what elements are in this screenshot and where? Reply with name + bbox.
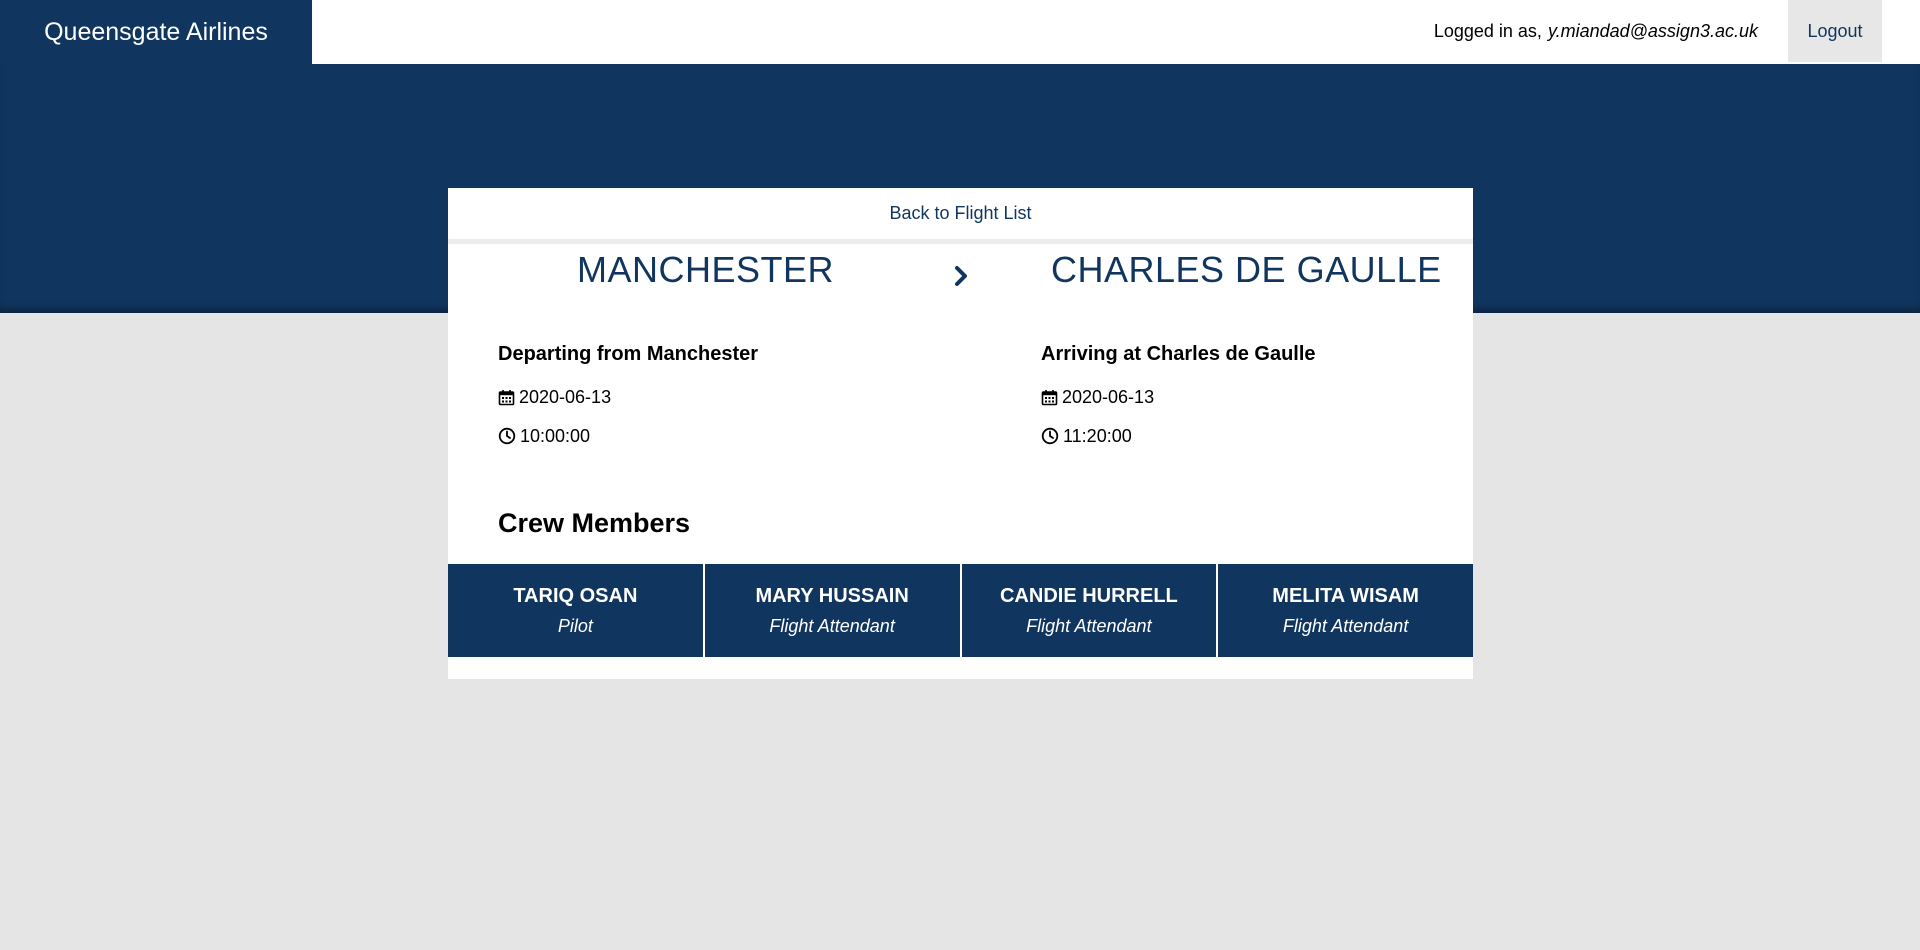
- destination-city: CHARLES DE GAULLE: [1051, 249, 1442, 290]
- arrival-date-row: 2020-06-13: [1041, 386, 1316, 408]
- departure-title: Departing from Manchester: [498, 343, 759, 365]
- crew-member-role: Flight Attendant: [1282, 615, 1409, 636]
- arrival-time-row: 11:20:00: [1041, 425, 1316, 447]
- calendar-icon: [498, 389, 515, 405]
- departure-time-row: 10:00:00: [498, 425, 758, 447]
- clock-icon: [498, 427, 516, 445]
- calendar-icon: [1041, 389, 1058, 405]
- brand-logo[interactable]: Queensgate Airlines: [0, 0, 312, 64]
- arrival-time: 11:20:00: [1063, 425, 1132, 446]
- crew-member-card[interactable]: TARIQ OSAN Pilot: [448, 564, 703, 657]
- chevron-right-icon: [955, 266, 967, 286]
- crew-member-role: Flight Attendant: [769, 615, 895, 636]
- crew-list: TARIQ OSAN Pilot MARY HUSSAIN Flight Att…: [448, 564, 1473, 657]
- login-status: Logged in as, y.miandad@assign3.ac.uk: [1434, 0, 1758, 62]
- crew-member-card[interactable]: MELITA WISAM Flight Attendant: [1218, 564, 1473, 657]
- crew-member-role: Flight Attendant: [1026, 615, 1152, 636]
- arrival-title: Arriving at Charles de Gaulle: [1041, 343, 1316, 365]
- top-navbar: Queensgate Airlines Logged in as, y.mian…: [0, 0, 1920, 64]
- back-to-flight-list-link[interactable]: Back to Flight List: [889, 203, 1031, 224]
- crew-member-card[interactable]: CANDIE HURRELL Flight Attendant: [961, 564, 1217, 657]
- arrival-info: Arriving at Charles de Gaulle 2020-06-13…: [1041, 343, 1316, 464]
- crew-member-name: TARIQ OSAN: [513, 584, 638, 607]
- crew-member-name: MELITA WISAM: [1272, 584, 1419, 607]
- crew-member-role: Pilot: [557, 615, 593, 636]
- user-email: y.miandad@assign3.ac.uk: [1547, 20, 1758, 41]
- departure-info: Departing from Manchester 2020-06-13 10:…: [498, 343, 758, 464]
- crew-member-name: MARY HUSSAIN: [755, 584, 909, 607]
- brand-name: Queensgate Airlines: [44, 17, 268, 46]
- departure-date-row: 2020-06-13: [498, 386, 758, 408]
- crew-member-card[interactable]: MARY HUSSAIN Flight Attendant: [704, 564, 960, 657]
- back-row: Back to Flight List: [448, 188, 1473, 244]
- clock-icon: [1041, 427, 1059, 445]
- route-header: MANCHESTER CHARLES DE GAULLE: [448, 249, 1473, 309]
- crew-heading: Crew Members: [498, 508, 691, 538]
- arrival-date: 2020-06-13: [1062, 386, 1155, 407]
- login-prefix: Logged in as,: [1433, 20, 1542, 41]
- flight-details-card: Back to Flight List MANCHESTER CHARLES D…: [448, 188, 1473, 679]
- crew-member-name: CANDIE HURRELL: [999, 584, 1178, 607]
- departure-time: 10:00:00: [520, 425, 591, 446]
- departure-date: 2020-06-13: [519, 386, 612, 407]
- logout-label: Logout: [1807, 20, 1863, 41]
- logout-button[interactable]: Logout: [1788, 0, 1882, 62]
